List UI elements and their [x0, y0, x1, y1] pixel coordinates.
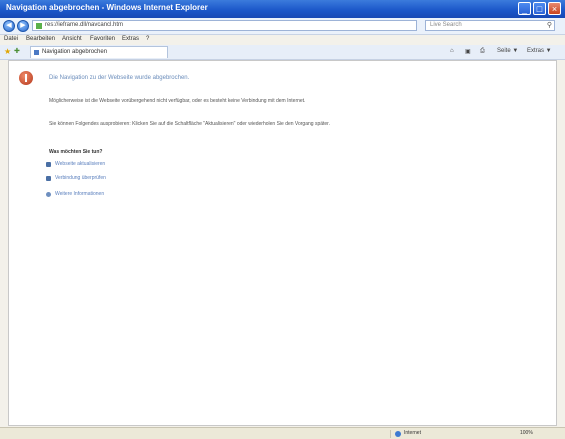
more-info-icon	[46, 192, 51, 197]
window-controls: _ □ ×	[518, 2, 561, 15]
menu-tools[interactable]: Extras	[122, 36, 139, 42]
menu-bar: Datei Bearbeiten Ansicht Favoriten Extra…	[0, 35, 565, 45]
error-heading: Die Navigation zu der Webseite wurde abg…	[49, 75, 190, 81]
search-input[interactable]: Live Search ⚲	[425, 20, 555, 31]
minimize-button[interactable]: _	[518, 2, 531, 15]
search-icon[interactable]: ⚲	[547, 22, 552, 30]
menu-favorites[interactable]: Favoriten	[90, 36, 115, 42]
address-url: res://ieframe.dll/navcancl.htm	[45, 22, 124, 28]
error-icon	[19, 71, 33, 85]
browser-window: Navigation abgebrochen - Windows Interne…	[0, 0, 565, 439]
menu-view[interactable]: Ansicht	[62, 36, 82, 42]
tools-menu[interactable]: Extras ▼	[527, 48, 552, 54]
tab-current[interactable]: Navigation abgebrochen	[30, 46, 168, 58]
zoom-level[interactable]: 100%	[520, 430, 533, 436]
menu-help[interactable]: ?	[146, 36, 149, 42]
tab-page-icon	[34, 50, 39, 55]
menu-file[interactable]: Datei	[4, 36, 18, 42]
tab-row: ★ ✚ Navigation abgebrochen ⌂ ▣ ⎙ Seite ▼…	[0, 45, 565, 60]
refresh-icon	[46, 162, 51, 167]
options-heading: Was möchten Sie tun?	[49, 149, 103, 155]
menu-edit[interactable]: Bearbeiten	[26, 36, 55, 42]
feeds-icon[interactable]: ▣	[465, 48, 471, 55]
page-menu[interactable]: Seite ▼	[497, 48, 518, 54]
favorites-star-icon[interactable]: ★	[4, 47, 11, 57]
address-bar[interactable]: res://ieframe.dll/navcancl.htm	[32, 20, 417, 31]
connection-icon	[46, 176, 51, 181]
address-row: ◀ ▶ res://ieframe.dll/navcancl.htm Live …	[0, 18, 565, 35]
error-description: Möglicherweise ist die Webseite vorüberg…	[49, 98, 306, 104]
status-bar: Internet 100%	[0, 427, 565, 439]
option-refresh-link[interactable]: Webseite aktualisieren	[55, 161, 105, 167]
print-icon[interactable]: ⎙	[480, 48, 485, 55]
add-favorites-icon[interactable]: ✚	[14, 48, 20, 56]
option-check-connection-link[interactable]: Verbindung überprüfen	[55, 175, 106, 181]
forward-button[interactable]: ▶	[17, 20, 29, 32]
maximize-button[interactable]: □	[533, 2, 546, 15]
tab-label: Navigation abgebrochen	[42, 49, 108, 55]
home-icon[interactable]: ⌂	[450, 48, 454, 54]
error-suggestion: Sie können Folgendes ausprobieren: Klick…	[49, 121, 330, 127]
back-button[interactable]: ◀	[3, 20, 15, 32]
option-more-info-link[interactable]: Weitere Informationen	[55, 191, 104, 197]
title-bar[interactable]: Navigation abgebrochen - Windows Interne…	[0, 0, 565, 18]
security-zone[interactable]: Internet	[390, 430, 449, 438]
page-icon	[36, 23, 42, 29]
page-content: Die Navigation zu der Webseite wurde abg…	[8, 60, 557, 426]
close-button[interactable]: ×	[548, 2, 561, 15]
search-placeholder: Live Search	[430, 22, 462, 28]
zone-label: Internet	[404, 430, 421, 436]
window-title: Navigation abgebrochen - Windows Interne…	[6, 3, 208, 12]
globe-icon	[395, 431, 401, 437]
